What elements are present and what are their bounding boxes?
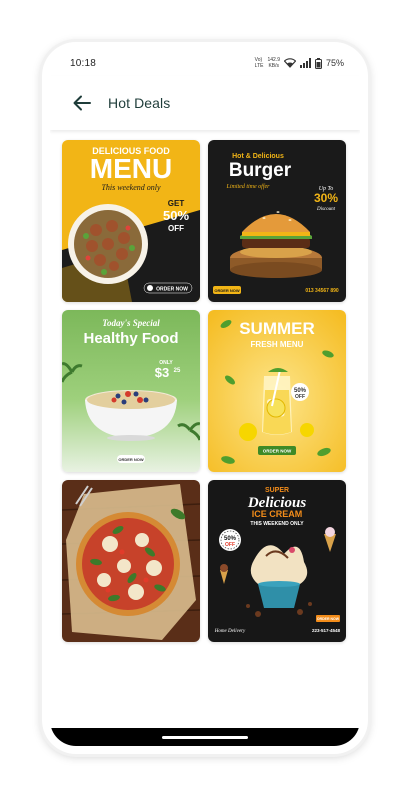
summer-offer-bottom: OFF xyxy=(295,394,305,400)
burger-offer-bottom: Discount xyxy=(316,207,336,212)
menu-poster: DELICIOUS FOOD MENU This weekend only GE… xyxy=(62,140,200,302)
menu-offer-value: 50% xyxy=(163,208,189,223)
signal-icon xyxy=(299,58,311,68)
network-speed: 142.9 KB/s xyxy=(267,57,280,69)
burger-line3: Limited time offer xyxy=(226,183,271,190)
burger-offer-value: 30% xyxy=(314,191,338,205)
page-title: Hot Deals xyxy=(108,95,171,111)
speed-unit: KB/s xyxy=(268,63,279,69)
deal-card-menu[interactable]: DELICIOUS FOOD MENU This weekend only GE… xyxy=(62,140,200,302)
home-indicator[interactable] xyxy=(162,735,248,739)
status-time: 10:18 xyxy=(70,57,97,69)
status-bar: 10:18 Vo) LTE 142.9 KB/s 75% xyxy=(50,50,360,76)
pizza-poster xyxy=(62,480,200,642)
burger-line1: Hot & Delicious xyxy=(232,153,284,160)
deal-card-pizza[interactable] xyxy=(62,480,200,642)
summer-cta: ORDER NOW xyxy=(263,448,292,453)
menu-line3: This weekend only xyxy=(101,183,161,192)
wifi-icon xyxy=(283,58,296,68)
deal-card-healthy-food[interactable]: Today's Special Healthy Food ONLY $3 25 … xyxy=(62,310,200,472)
healthy-cta: ORDER NOW xyxy=(118,457,144,462)
app-bar: Hot Deals xyxy=(50,76,360,130)
summer-line1: SUMMER xyxy=(239,319,315,338)
deal-card-burger[interactable]: Hot & Delicious Burger Limited time offe… xyxy=(208,140,346,302)
icecream-cta: ORDER NOW xyxy=(317,617,340,621)
icecream-line4: THIS WEEKEND ONLY xyxy=(250,521,304,527)
status-icons: Vo) LTE 142.9 KB/s 75% xyxy=(255,57,344,69)
healthy-offer-value: $3 xyxy=(155,365,169,380)
battery-icon xyxy=(314,57,322,69)
menu-offer-top: GET xyxy=(168,199,185,208)
menu-line2: MENU xyxy=(90,153,172,184)
icecream-line1: SUPER xyxy=(265,487,289,494)
burger-line2: Burger xyxy=(229,160,292,181)
burger-cta: ORDER NOW xyxy=(214,288,240,293)
menu-cta: ORDER NOW xyxy=(156,287,188,293)
menu-offer-bottom: OFF xyxy=(168,224,184,233)
summer-line2: FRESH MENU xyxy=(251,340,304,349)
icecream-footer: Home Delivery xyxy=(214,629,246,634)
battery-percent: 75% xyxy=(325,58,344,68)
healthy-food-poster: Today's Special Healthy Food ONLY $3 25 … xyxy=(62,310,200,472)
icecream-poster: SUPER Delicious ICE CREAM THIS WEEKEND O… xyxy=(208,480,346,642)
deals-grid: DELICIOUS FOOD MENU This weekend only GE… xyxy=(62,140,350,642)
screen: 10:18 Vo) LTE 142.9 KB/s 75% Hot Deals D… xyxy=(50,50,360,746)
healthy-offer-cents: 25 xyxy=(174,368,181,374)
burger-poster: Hot & Delicious Burger Limited time offe… xyxy=(208,140,346,302)
healthy-line1: Today's Special xyxy=(102,318,160,328)
deal-card-icecream[interactable]: SUPER Delicious ICE CREAM THIS WEEKEND O… xyxy=(208,480,346,642)
icecream-phone: 223-517-4548 xyxy=(312,628,341,633)
deal-card-summer[interactable]: SUMMER FRESH MENU 50% OFF ORDER NOW xyxy=(208,310,346,472)
summer-poster: SUMMER FRESH MENU 50% OFF ORDER NOW xyxy=(208,310,346,472)
phone-frame: 10:18 Vo) LTE 142.9 KB/s 75% Hot Deals D… xyxy=(42,42,368,754)
burger-phone: 013 34567 890 xyxy=(305,288,339,294)
arrow-left-icon xyxy=(73,95,91,111)
volte-indicator: Vo) LTE xyxy=(255,57,264,69)
icecream-line3: ICE CREAM xyxy=(252,509,303,519)
gesture-nav-bar xyxy=(50,728,360,746)
icecream-offer-bottom: OFF xyxy=(225,542,235,548)
back-button[interactable] xyxy=(62,83,102,123)
lte-label: LTE xyxy=(254,63,264,69)
healthy-line2: Healthy Food xyxy=(83,330,178,347)
